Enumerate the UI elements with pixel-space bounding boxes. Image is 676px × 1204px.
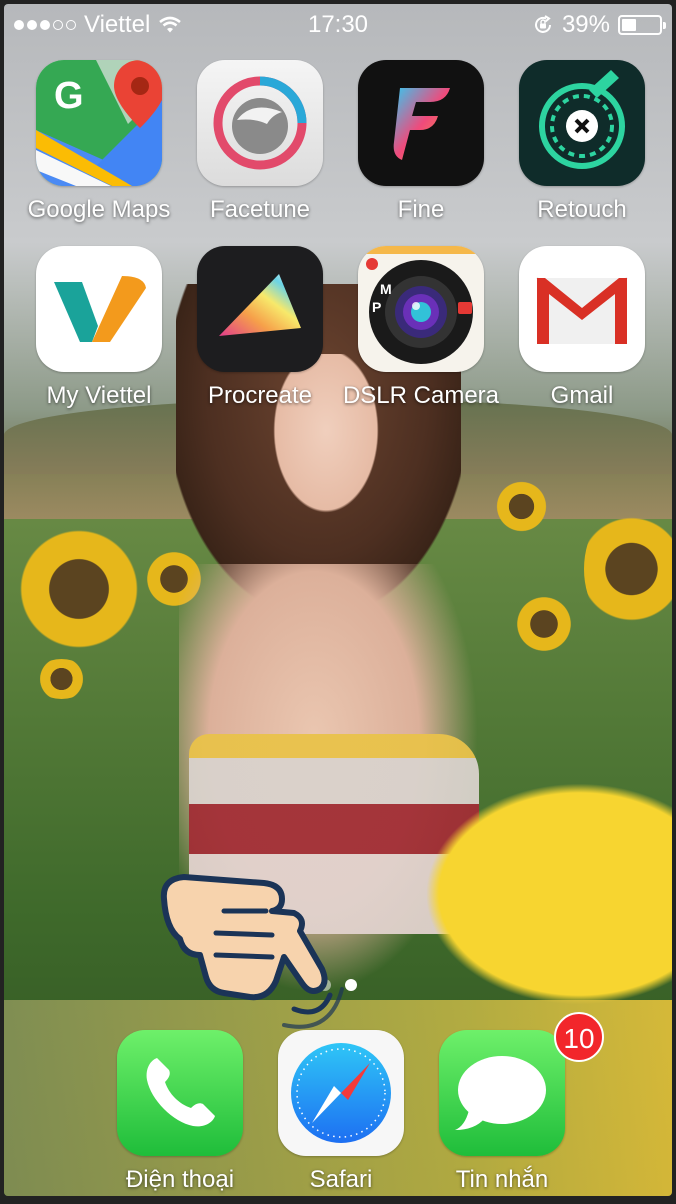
app-label: My Viettel: [46, 382, 152, 409]
app-gmail[interactable]: Gmail: [502, 246, 662, 410]
my-viettel-icon[interactable]: [36, 246, 162, 372]
app-google-maps[interactable]: G Google Maps: [19, 60, 179, 224]
dock-app-phone[interactable]: Điện thoại: [100, 1030, 260, 1194]
battery-icon: [618, 15, 666, 35]
home-screen: Viettel 17:30 39% G Google Maps Facetune…: [4, 4, 672, 1196]
app-fine[interactable]: Fine: [341, 60, 501, 224]
sunflower-decoration: [514, 594, 574, 654]
phone-icon[interactable]: [117, 1030, 243, 1156]
app-label: Gmail: [550, 382, 614, 409]
status-bar: Viettel 17:30 39%: [4, 4, 672, 44]
app-label: Điện thoại: [125, 1166, 235, 1193]
app-label: Procreate: [207, 382, 313, 409]
app-label: Safari: [309, 1166, 373, 1193]
dslr-camera-icon[interactable]: M P: [358, 246, 484, 372]
app-label: Facetune: [209, 196, 311, 223]
facetune-icon[interactable]: [197, 60, 323, 186]
sunflower-decoration: [334, 549, 394, 604]
safari-icon[interactable]: [278, 1030, 404, 1156]
procreate-icon[interactable]: [197, 246, 323, 372]
sunflower-decoration: [14, 524, 144, 654]
notification-badge: 10: [554, 1012, 604, 1062]
app-procreate[interactable]: Procreate: [180, 246, 340, 410]
app-label: Google Maps: [27, 196, 171, 223]
messages-icon[interactable]: [439, 1030, 565, 1156]
battery-percent: 39%: [561, 11, 610, 38]
svg-text:P: P: [372, 299, 381, 315]
sunflower-decoration: [584, 504, 672, 634]
pointing-hand-icon: [160, 874, 344, 1029]
svg-text:G: G: [54, 75, 84, 117]
sunflower-decoration: [494, 479, 549, 534]
app-my-viettel[interactable]: My Viettel: [19, 246, 179, 410]
google-maps-icon[interactable]: G: [36, 60, 162, 186]
svg-text:M: M: [380, 281, 392, 297]
rotation-lock-icon: [534, 15, 551, 33]
app-label: DSLR Camera: [342, 382, 500, 409]
fine-icon[interactable]: [358, 60, 484, 186]
dock-app-safari[interactable]: Safari: [261, 1030, 421, 1194]
wallpaper-hill: [4, 399, 672, 519]
sunflower-decoration: [144, 549, 204, 609]
sunflower-decoration: [34, 659, 89, 699]
retouch-icon[interactable]: [519, 60, 645, 186]
page-dot-active[interactable]: [345, 979, 357, 991]
app-label: Retouch: [537, 196, 627, 223]
gmail-icon[interactable]: [519, 246, 645, 372]
dock-app-messages[interactable]: 10 Tin nhắn: [422, 1012, 604, 1194]
app-retouch[interactable]: Retouch: [502, 60, 662, 224]
app-label: Fine: [397, 196, 445, 223]
app-facetune[interactable]: Facetune: [180, 60, 340, 224]
app-label: Tin nhắn: [455, 1166, 549, 1193]
app-dslr-camera[interactable]: M P DSLR Camera: [341, 246, 501, 410]
